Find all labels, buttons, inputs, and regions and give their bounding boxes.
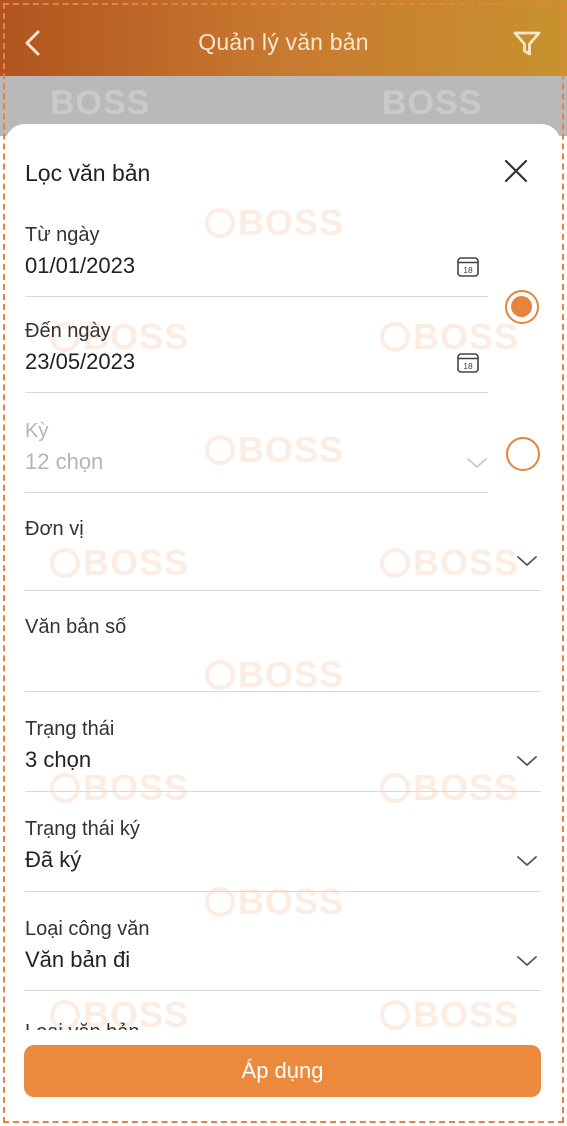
to-date-value: 23/05/2023 [25,349,136,374]
filter-sheet: BOSS BOSS BOSS BOSS BOSS BOSS BOSS BOSS … [5,124,561,1124]
calendar-icon[interactable]: 18 [456,350,480,374]
from-date-field[interactable]: Từ ngày 01/01/2023 [25,224,487,279]
dispatch-type-label: Loại công văn [25,918,150,940]
sign-status-field[interactable]: Trạng thái ký Đã ký [25,818,540,873]
filter-button[interactable] [511,28,543,60]
to-date-field[interactable]: Đến ngày 23/05/2023 [25,320,487,375]
period-radio[interactable] [506,437,540,471]
unit-field[interactable]: Đơn vị [25,518,540,547]
filter-icon [513,31,541,56]
status-label: Trạng thái [25,718,115,740]
close-icon [504,159,528,183]
status-field[interactable]: Trạng thái 3 chọn [25,718,540,773]
period-label: Kỳ [25,420,49,442]
doc-number-label: Văn bản số [25,616,127,638]
dispatch-type-field[interactable]: Loại công văn Văn bản đi [25,918,540,973]
to-date-label: Đến ngày [25,320,111,342]
dispatch-type-value: Văn bản đi [25,947,131,972]
date-range-radio[interactable] [505,290,539,324]
status-value: 3 chọn [25,747,92,772]
backdrop-watermark: BOSS [50,84,151,122]
apply-button[interactable]: Áp dụng [24,1045,541,1097]
page-title: Quản lý văn bản [198,29,369,55]
divider [25,492,488,493]
from-date-value: 01/01/2023 [25,253,136,278]
divider [25,891,541,892]
chevron-down-icon [467,458,487,468]
chevron-down-icon [517,856,537,866]
calendar-icon[interactable]: 18 [456,254,480,278]
from-date-label: Từ ngày [25,224,100,246]
divider [25,791,541,792]
sheet-title: Lọc văn bản [25,160,151,186]
watermark: BOSS [50,542,189,584]
watermark: BOSS [380,542,519,584]
svg-text:18: 18 [463,265,473,275]
watermark: BOSS [50,767,189,809]
divider [25,392,488,393]
divider [25,590,541,591]
chevron-down-icon [517,956,537,966]
watermark: BOSS [380,994,519,1036]
unit-label: Đơn vị [25,518,84,540]
app-header: Quản lý văn bản [0,0,567,76]
doc-type-label: Loại văn bản [25,1018,140,1030]
watermark: BOSS [205,881,344,923]
divider [25,296,488,297]
sign-status-label: Trạng thái ký [25,818,140,840]
period-value: 12 chọn [25,449,104,474]
divider [25,691,541,692]
backdrop-watermark: BOSS [382,84,483,122]
divider [25,990,541,991]
svg-text:18: 18 [463,361,473,371]
close-button[interactable] [501,156,531,186]
watermark: BOSS [205,654,344,696]
chevron-down-icon [517,556,537,566]
watermark: BOSS [380,767,519,809]
doc-number-field[interactable]: Văn bản số [25,616,540,645]
chevron-down-icon [517,756,537,766]
screen: Quản lý văn bản BOSS BOSS BOSS BOSS BOSS… [0,0,567,1126]
period-field[interactable]: Kỳ 12 chọn [25,420,487,475]
sign-status-value: Đã ký [25,847,82,872]
